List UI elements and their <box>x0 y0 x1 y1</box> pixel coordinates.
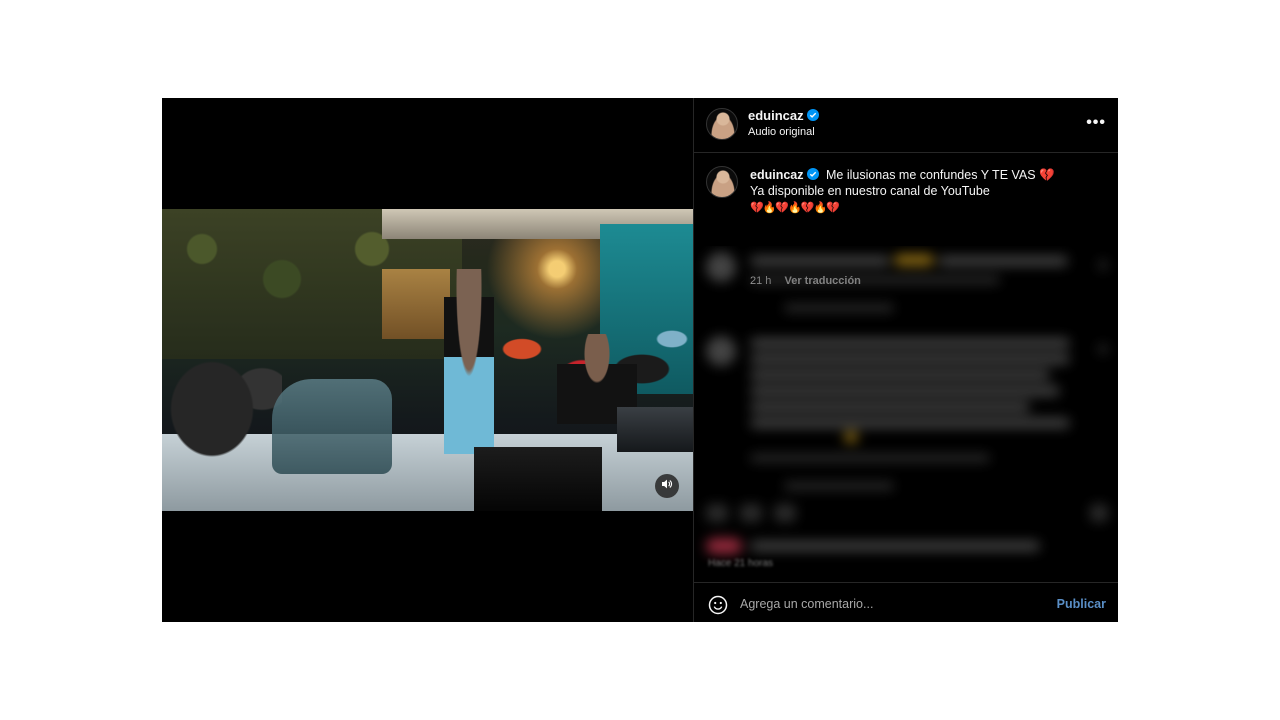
post-header: eduincaz Audio original ••• <box>694 98 1118 153</box>
blurred-heart <box>1098 260 1108 270</box>
posted-ago: Hace 21 horas <box>708 558 774 569</box>
blurred-text <box>750 354 1070 364</box>
caption-line-2: Ya disponible en nuestro canal de YouTub… <box>750 184 990 198</box>
audio-original-link[interactable]: Audio original <box>748 126 815 138</box>
blurred-avatar <box>706 252 736 282</box>
blurred-like-icon <box>706 504 728 522</box>
smiley-icon[interactable] <box>708 595 728 615</box>
blurred-text <box>750 386 1060 396</box>
publish-button[interactable]: Publicar <box>1057 597 1106 611</box>
caption-avatar[interactable] <box>706 166 738 198</box>
blurred-text <box>750 370 1050 380</box>
video-scene-case <box>617 407 693 452</box>
blurred-text <box>894 254 934 266</box>
blurred-text <box>784 482 894 490</box>
blurred-liker-avatars <box>706 538 742 554</box>
video-scene-singer <box>444 269 494 459</box>
blurred-text <box>750 402 1030 412</box>
video-scene-chair <box>272 379 392 474</box>
video-scene-shelf <box>382 269 450 339</box>
video-scene-drums <box>162 329 282 469</box>
blurred-text <box>750 338 1070 348</box>
blurred-emoji <box>844 431 858 443</box>
author-username[interactable]: eduincaz <box>748 108 819 123</box>
blurred-text <box>750 256 890 266</box>
speaker-icon <box>661 477 673 495</box>
caption-text: eduincaz Me ilusionas me confundes Y TE … <box>750 167 1110 216</box>
blurred-save-icon <box>1090 504 1108 522</box>
verified-badge-icon <box>806 168 819 180</box>
verified-badge-icon <box>806 109 819 121</box>
video-player[interactable] <box>162 209 693 511</box>
blurred-avatar <box>706 336 736 366</box>
blurred-comments-content <box>694 246 1118 571</box>
caption-line-1: Me ilusionas me confundes Y TE VAS 💔 <box>825 168 1055 182</box>
comment-input[interactable] <box>740 593 1040 615</box>
caption-line-3: 💔🔥💔🔥💔🔥💔 <box>750 202 840 214</box>
blurred-text <box>938 256 1068 266</box>
more-horizontal-icon: ••• <box>1086 114 1106 131</box>
caption-username-text[interactable]: eduincaz <box>750 168 804 182</box>
post-media[interactable] <box>162 98 693 622</box>
more-options-button[interactable]: ••• <box>1086 114 1106 132</box>
blurred-text <box>750 276 1000 284</box>
mute-toggle-button[interactable] <box>655 474 679 498</box>
blurred-likes-text <box>750 541 1040 551</box>
caption-username[interactable]: eduincaz <box>750 168 819 182</box>
avatar[interactable] <box>706 108 738 140</box>
blurred-comment-icon <box>740 504 762 522</box>
comment-bar: Publicar <box>694 582 1118 622</box>
video-scene-speaker <box>474 447 602 511</box>
blurred-heart <box>1098 344 1108 354</box>
blurred-comments-area <box>694 246 1118 571</box>
instagram-post: eduincaz Audio original ••• eduincaz Me … <box>162 98 1118 622</box>
username-text[interactable]: eduincaz <box>748 108 804 123</box>
blurred-text <box>750 418 1070 428</box>
post-sidebar: eduincaz Audio original ••• eduincaz Me … <box>693 98 1118 622</box>
blurred-text <box>784 304 894 312</box>
blurred-share-icon <box>774 504 796 522</box>
blurred-text <box>750 454 990 462</box>
